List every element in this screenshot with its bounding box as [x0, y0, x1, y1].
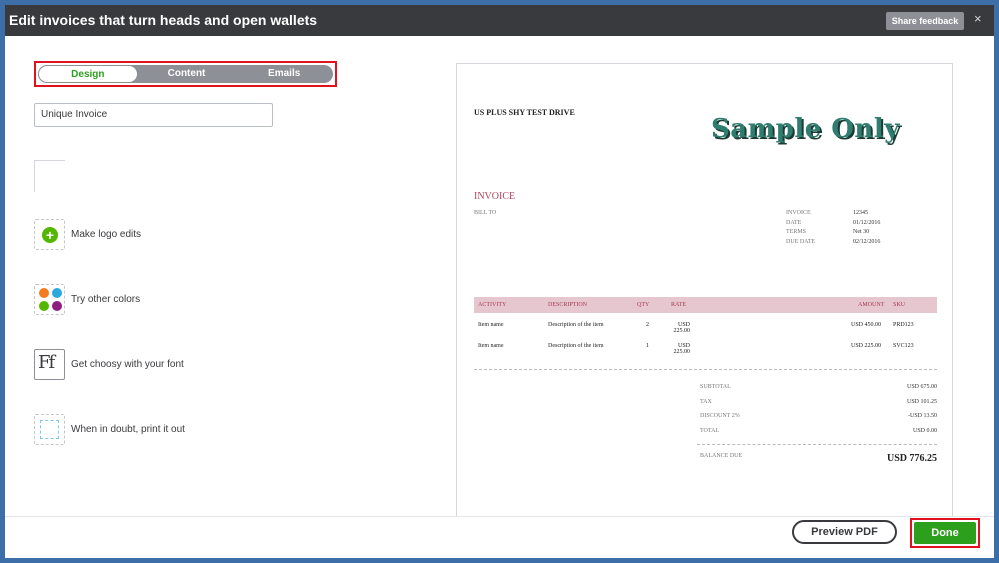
meta-key: TERMS: [786, 229, 807, 235]
totals-row: TAX USD 101.25: [697, 399, 937, 414]
orange-dot: [39, 288, 49, 298]
col-activity: ACTIVITY: [478, 302, 507, 308]
totals-value: -USD 13.50: [907, 413, 937, 419]
meta-key: DUE DATE: [786, 238, 816, 245]
dialog-title: Edit invoices that turn heads and open w…: [9, 12, 318, 28]
purple-dot: [52, 301, 62, 311]
totals-value: USD 675.00: [906, 384, 937, 390]
totals-row: DISCOUNT 2% -USD 13.50: [697, 413, 937, 428]
option-label[interactable]: Try other colors: [71, 294, 140, 305]
cell-qty: 1: [646, 343, 649, 349]
print-tile[interactable]: [34, 414, 65, 445]
preview-pdf-button[interactable]: Preview PDF: [792, 520, 897, 544]
tab-emails[interactable]: Emails: [235, 65, 333, 83]
font-icon: Ff: [38, 352, 55, 373]
col-qty: QTY: [637, 302, 650, 308]
table-row: Item name Description of the item 2 USD …: [474, 322, 937, 342]
col-amount: AMOUNT: [858, 302, 885, 308]
cell-amount: USD 450.00: [851, 322, 882, 328]
tab-content[interactable]: Content: [138, 65, 236, 83]
totals-value: USD 0.00: [912, 427, 937, 434]
option-label[interactable]: Make logo edits: [71, 229, 141, 240]
tab-design[interactable]: Design: [38, 65, 138, 83]
meta-value: 01/12/2016: [853, 219, 881, 226]
company-name: US PLUS SHY TEST DRIVE: [474, 108, 575, 117]
done-highlight: Done: [910, 518, 980, 548]
green-dot: [39, 301, 49, 311]
meta-key: DATE: [786, 219, 802, 226]
cell-rate: USD 225.00: [673, 322, 691, 334]
cell-sku: SVC123: [893, 343, 914, 349]
cell-amount: USD 225.00: [851, 343, 882, 349]
plus-icon: +: [42, 227, 58, 243]
font-tile[interactable]: Ff: [34, 349, 65, 380]
meta-row: DATE 01/12/2016: [786, 219, 880, 229]
tab-bar: Design Content Emails: [34, 61, 337, 87]
option-label[interactable]: Get choosy with your font: [71, 359, 184, 370]
logo-edit-tile[interactable]: +: [34, 219, 65, 250]
cell-activity: Item name: [478, 322, 504, 328]
totals-key: TOTAL: [700, 427, 720, 434]
logo-placeholder[interactable]: [34, 160, 65, 192]
cell-activity: Item name: [478, 343, 504, 349]
totals-key: SUBTOTAL: [700, 384, 731, 390]
option-logo-edits[interactable]: + Make logo edits: [34, 219, 141, 250]
editor-dialog: Edit invoices that turn heads and open w…: [5, 5, 994, 558]
blue-dot: [52, 288, 62, 298]
done-button[interactable]: Done: [914, 522, 976, 544]
share-feedback-button[interactable]: Share feedback: [886, 12, 964, 30]
totals-key: DISCOUNT 2%: [700, 413, 740, 419]
bill-to-label: BILL TO: [474, 210, 497, 216]
color-tile[interactable]: [34, 284, 65, 315]
items-table-header: ACTIVITY DESCRIPTION QTY RATE AMOUNT SKU: [474, 297, 937, 313]
cell-description: Description of the item: [548, 343, 604, 349]
cell-description: Description of the item: [548, 322, 604, 328]
totals-key: TAX: [700, 398, 712, 405]
invoice-heading: INVOICE: [474, 191, 516, 202]
cell-sku: PRD123: [893, 322, 914, 328]
table-row: Item name Description of the item 1 USD …: [474, 343, 937, 363]
template-name-input[interactable]: Unique Invoice: [34, 103, 273, 127]
meta-value: 02/12/2016: [853, 238, 881, 245]
invoice-preview: US PLUS SHY TEST DRIVE Sample Only INVOI…: [456, 63, 953, 520]
totals-value: USD 101.25: [906, 398, 937, 405]
balance-due-row: BALANCE DUE USD 776.25: [697, 453, 937, 464]
cell-rate: USD 225.00: [673, 343, 691, 355]
col-description: DESCRIPTION: [548, 302, 588, 308]
option-colors[interactable]: Try other colors: [34, 284, 140, 315]
color-dots-icon: [39, 288, 63, 312]
balance-due-label: BALANCE DUE: [700, 453, 743, 459]
meta-value: 12345: [853, 210, 868, 216]
totals-row: TOTAL USD 0.00: [697, 428, 937, 443]
totals-block: SUBTOTAL USD 675.00 TAX USD 101.25 DISCOUN…: [697, 384, 937, 464]
invoice-meta: INVOICE 12345 DATE 01/12/2016 TERMS Net 30 …: [786, 209, 880, 247]
meta-row: INVOICE 12345: [786, 209, 880, 219]
col-sku: SKU: [893, 302, 906, 308]
close-icon[interactable]: ×: [974, 11, 982, 26]
meta-value: Net 30: [853, 229, 870, 235]
balance-due-value: USD 776.25: [886, 453, 937, 464]
option-font[interactable]: Ff Get choosy with your font: [34, 349, 184, 380]
meta-row: TERMS Net 30: [786, 228, 880, 238]
meta-row: DUE DATE 02/12/2016: [786, 238, 880, 248]
divider: [697, 444, 937, 445]
option-label[interactable]: When in doubt, print it out: [71, 424, 185, 435]
title-bar: Edit invoices that turn heads and open w…: [5, 5, 994, 36]
divider: [474, 369, 937, 370]
totals-row: SUBTOTAL USD 675.00: [697, 384, 937, 399]
option-print[interactable]: When in doubt, print it out: [34, 414, 185, 445]
print-icon: [40, 420, 59, 439]
col-rate: RATE: [671, 302, 686, 308]
sample-watermark: Sample Only: [711, 114, 900, 144]
cell-qty: 2: [646, 322, 649, 328]
meta-key: INVOICE: [786, 210, 811, 216]
